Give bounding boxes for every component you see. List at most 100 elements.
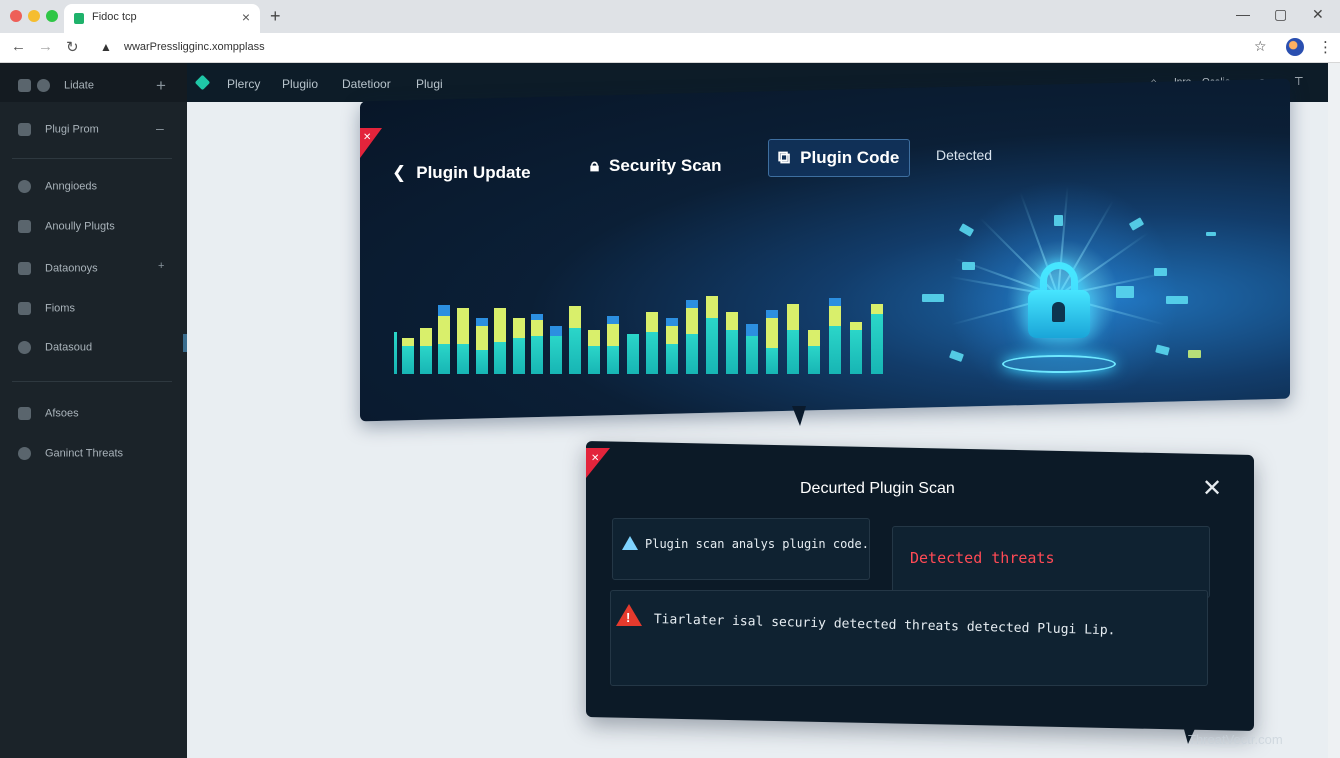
chip [1206,232,1216,236]
nav-item-2[interactable]: Plugiio [282,77,318,91]
sidebar-header-item[interactable]: Lidate [18,79,94,92]
bar-mark [808,330,820,346]
bar-mark [420,328,432,346]
bar-mark [829,326,841,374]
bar-mark [476,318,488,326]
bar-mark [402,338,414,346]
bar-mark [531,336,543,374]
sidebar-item-afsoes[interactable]: Afsoes [18,407,79,420]
site-icon[interactable]: ▲ [100,40,112,54]
sidebar-item-anngioeds[interactable]: Anngioeds [18,180,97,193]
plugin-icon [18,123,31,136]
bar-mark [646,332,658,374]
settings-icon[interactable]: ⊤ [1294,75,1304,88]
nav-item-4[interactable]: Plugi [416,77,443,91]
browser-tab[interactable]: Fidoc tcp × [64,4,260,33]
zoom-window-dot[interactable] [46,10,58,22]
sidebar-item-anoully-plugts[interactable]: Anoully Plugts [18,220,115,233]
sidebar-collapse-icon[interactable]: – [156,120,164,136]
sidebar-item-dataonoys[interactable]: Dataonoys [18,262,98,275]
bar-mark [726,330,738,374]
bar-mark [607,346,619,374]
chip [1154,268,1167,276]
profile-avatar[interactable] [1286,38,1304,56]
back-icon[interactable]: ← [11,38,26,55]
page-scrollbar[interactable] [1328,63,1340,758]
code-icon: ⧉ [778,148,791,167]
dialog-badge-close-icon[interactable]: ✕ [591,453,599,464]
tab-detected[interactable]: Detected [936,147,992,163]
bar-mark [706,296,718,318]
bar-mark [550,336,562,374]
info-icon [622,536,638,550]
close-icon[interactable]: ✕ [1202,474,1222,503]
bar-mark [746,324,758,336]
bar-mark [457,344,469,374]
bar-mark [494,308,506,342]
bar-mark [787,330,799,374]
bar-mark [476,326,488,350]
maximize-icon[interactable]: ▢ [1274,6,1287,23]
menu-icon[interactable]: ⋮ [1318,38,1333,56]
new-tab-icon[interactable]: + [270,6,281,27]
close-icon[interactable]: ✕ [1312,6,1324,23]
chip [1166,296,1188,304]
browser-toolbar: ← → ↻ ▲ wwarPressligginc.xompplass ☆ ⋮ [0,33,1340,63]
bar-mark [871,314,883,374]
minimize-window-dot[interactable] [28,10,40,22]
sidebar-item-datasoud[interactable]: Datasoud [18,341,92,354]
bar-mark [686,300,698,308]
bar-mark [829,306,841,326]
bar-mark [438,305,450,316]
bar-mark [531,320,543,336]
close-window-dot[interactable] [10,10,22,22]
sidebar-item-fioms[interactable]: Fioms [18,302,75,315]
forward-icon[interactable]: → [38,38,53,55]
sidebar-item-plugin-prom[interactable]: Plugi Prom [18,123,99,136]
chip [1054,215,1063,226]
bar-mark [588,346,600,374]
chip [1188,350,1201,358]
bar-mark [808,346,820,374]
bar-mark [607,316,619,324]
sidebar-add-icon[interactable]: + [156,76,166,96]
sidebar-expand-icon[interactable]: + [158,260,164,272]
tab-security-scan[interactable]: 🔒︎ Security Scan [590,156,722,176]
bar-mark [494,342,506,374]
sidebar-item-label: Ganinct Threats [45,447,124,460]
tab-close-icon[interactable]: × [242,9,250,25]
tab-title: Fidoc tcp [92,11,137,23]
bar-mark [531,314,543,320]
bar-mark [402,346,414,374]
panel-badge-close-icon[interactable]: ✕ [363,132,371,143]
sidebar-item-threats[interactable]: Ganinct Threats [18,447,123,460]
reload-icon[interactable]: ↻ [66,38,79,56]
alert-icon [18,407,31,420]
bar-mark [513,318,525,338]
gear-icon [18,79,31,92]
browser-tab-bar: Fidoc tcp × + — ▢ ✕ [0,0,1340,33]
bar-mark [607,324,619,346]
bar-mark [588,330,600,346]
tab-plugin-code[interactable]: ⧉ Plugin Code [778,148,899,168]
chip [962,262,975,270]
bar-mark [476,350,488,374]
star-icon[interactable]: ☆ [1254,38,1267,55]
sidebar-item-label: Plugi Prom [45,123,99,136]
threat-text: Detected threats [910,549,1055,567]
bar-mark [766,310,778,318]
bar-mark [646,312,658,332]
bar-mark [438,344,450,374]
lock-icon: 🔒︎ [590,156,600,175]
chevron-left-icon: ❮ [392,163,407,182]
address-input[interactable]: wwarPressligginc.xompplass [124,41,265,53]
bar-mark [766,318,778,348]
nav-item-1[interactable]: Plercy [227,77,260,91]
tab-plugin-update[interactable]: ❮ Plugin Update [392,163,531,183]
minimize-icon[interactable]: — [1236,6,1250,22]
lock-icon [18,220,31,233]
bar-mark [766,348,778,374]
nav-item-3[interactable]: Datetioor [342,77,391,91]
tab-label: Plugin Update [416,163,531,182]
lock-keyhole [1052,302,1065,322]
